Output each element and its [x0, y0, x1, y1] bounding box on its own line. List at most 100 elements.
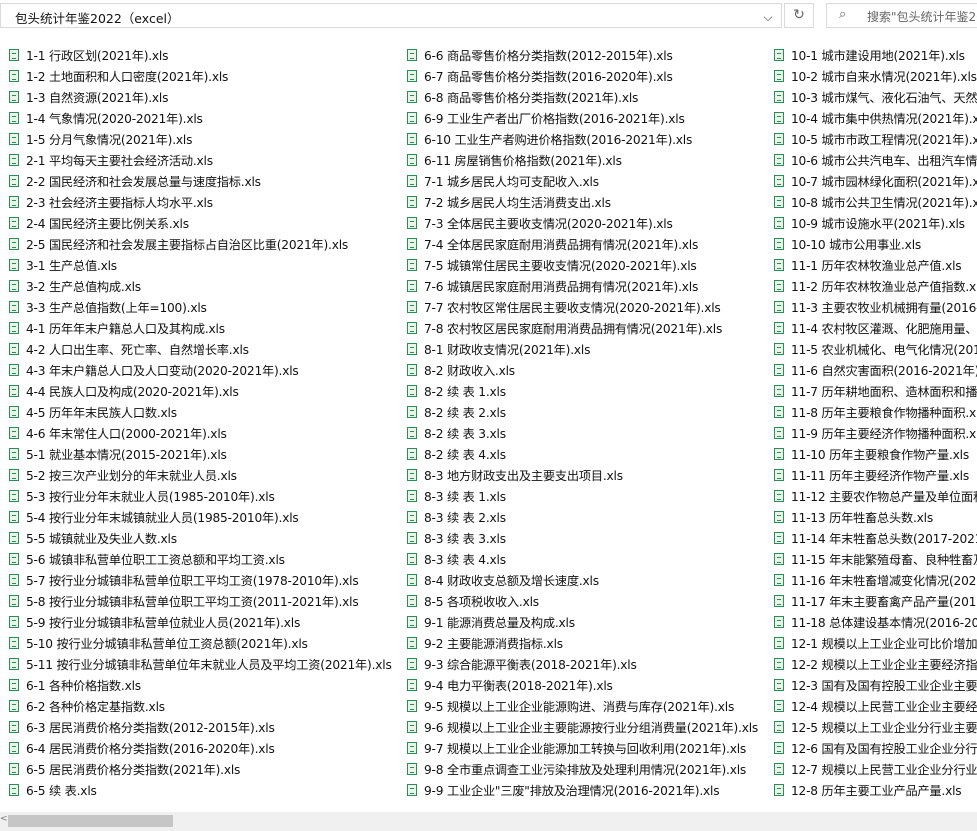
file-name[interactable]: 3-1 生产总值.xls: [26, 256, 117, 274]
file-item[interactable]: 8-3 续 表 4.xls: [398, 548, 758, 569]
file-name[interactable]: 8-5 各项税收收入.xls: [424, 592, 539, 610]
file-item[interactable]: 10-2 城市自来水情况(2021年).xls: [765, 65, 977, 86]
file-name[interactable]: 12-4 规模以上民营工业企业主要经: [791, 697, 977, 715]
file-name[interactable]: 7-2 城乡居民人均生活消费支出.xls: [424, 193, 611, 211]
file-item[interactable]: 9-2 主要能源消费指标.xls: [398, 632, 758, 653]
file-item[interactable]: 6-10 工业生产者购进价格指数(2016-2021年).xls: [398, 128, 758, 149]
file-name[interactable]: 4-3 年末户籍总人口及人口变动(2020-2021年).xls: [26, 361, 299, 379]
file-item[interactable]: 11-7 历年耕地面积、造林面积和播: [765, 380, 977, 401]
file-name[interactable]: 7-1 城乡居民人均可支配收入.xls: [424, 172, 599, 190]
file-name[interactable]: 9-7 规模以上工业企业能源加工转换与回收利用(2021年).xls: [424, 739, 746, 757]
file-item[interactable]: 7-5 城镇常住居民主要收支情况(2020-2021年).xls: [398, 254, 758, 275]
file-item[interactable]: 11-11 历年主要经济作物产量.xls: [765, 464, 977, 485]
file-item[interactable]: 8-2 续 表 4.xls: [398, 443, 758, 464]
file-item[interactable]: 7-4 全体居民家庭耐用消费品拥有情况(2021年).xls: [398, 233, 758, 254]
file-name[interactable]: 6-2 各种价格定基指数.xls: [26, 697, 165, 715]
file-name[interactable]: 6-5 居民消费价格分类指数(2021年).xls: [26, 760, 240, 778]
file-item[interactable]: 10-7 城市园林绿化面积(2021年).x: [765, 170, 977, 191]
file-item[interactable]: 6-7 商品零售价格分类指数(2016-2020年).xls: [398, 65, 758, 86]
file-item[interactable]: 6-5 续 表.xls: [0, 779, 392, 800]
file-name[interactable]: 5-10 按行业分城镇非私营单位工资总额(2021年).xls: [26, 634, 308, 652]
file-item[interactable]: 10-6 城市公共汽电车、出租汽车情: [765, 149, 977, 170]
file-item[interactable]: 7-1 城乡居民人均可支配收入.xls: [398, 170, 758, 191]
file-item[interactable]: 10-4 城市集中供热情况(2021年).x: [765, 107, 977, 128]
file-name[interactable]: 7-8 农村牧区居民家庭耐用消费品拥有情况(2021年).xls: [424, 319, 722, 337]
file-name[interactable]: 6-11 房屋销售价格指数(2021年).xls: [424, 151, 622, 169]
file-name[interactable]: 2-5 国民经济和社会发展主要指标占自治区比重(2021年).xls: [26, 235, 348, 253]
file-name[interactable]: 5-3 按行业分年末就业人员(1985-2010年).xls: [26, 487, 275, 505]
file-item[interactable]: 6-5 居民消费价格分类指数(2021年).xls: [0, 758, 392, 779]
file-name[interactable]: 12-7 规模以上民营工业企业分行业: [791, 760, 977, 778]
file-item[interactable]: 10-5 城市市政工程情况(2021年).x: [765, 128, 977, 149]
file-item[interactable]: 2-3 社会经济主要指标人均水平.xls: [0, 191, 392, 212]
file-item[interactable]: 6-4 居民消费价格分类指数(2016-2020年).xls: [0, 737, 392, 758]
file-name[interactable]: 11-4 农村牧区灌溉、化肥施用量、: [791, 319, 977, 337]
file-name[interactable]: 12-5 规模以上工业企业分行业主要: [791, 718, 977, 736]
file-name[interactable]: 9-9 工业企业"三废"排放及治理情况(2016-2021年).xls: [424, 781, 720, 799]
file-name[interactable]: 10-8 城市公共卫生情况(2021年).x: [791, 193, 977, 211]
file-item[interactable]: 5-8 按行业分城镇非私营单位职工平均工资(2011-2021年).xls: [0, 590, 392, 611]
file-name[interactable]: 10-3 城市煤气、液化石油气、天然: [791, 88, 977, 106]
file-item[interactable]: 4-4 民族人口及构成(2020-2021年).xls: [0, 380, 392, 401]
file-name[interactable]: 2-4 国民经济主要比例关系.xls: [26, 214, 189, 232]
file-item[interactable]: 5-1 就业基本情况(2015-2021年).xls: [0, 443, 392, 464]
file-item[interactable]: 2-1 平均每天主要社会经济活动.xls: [0, 149, 392, 170]
file-name[interactable]: 3-2 生产总值构成.xls: [26, 277, 141, 295]
file-name[interactable]: 5-9 按行业分城镇非私营单位就业人员(2021年).xls: [26, 613, 300, 631]
file-name[interactable]: 11-16 年末牲畜增减变化情况(2021: [791, 571, 977, 589]
file-name[interactable]: 10-2 城市自来水情况(2021年).xls: [791, 67, 977, 85]
address-field[interactable]: 包头统计年鉴2022（excel） ⌵: [0, 3, 782, 28]
file-name[interactable]: 9-6 规模以上工业企业主要能源按行业分组消费量(2021年).xls: [424, 718, 758, 736]
file-name[interactable]: 12-2 规模以上工业企业主要经济指: [791, 655, 977, 673]
file-item[interactable]: 11-1 历年农林牧渔业总产值.xls: [765, 254, 977, 275]
file-item[interactable]: 11-12 主要农作物总产量及单位面积: [765, 485, 977, 506]
file-item[interactable]: 11-17 年末主要畜禽产品产量(2017: [765, 590, 977, 611]
file-item[interactable]: 12-6 国有及国有控股工业企业分行: [765, 737, 977, 758]
file-item[interactable]: 5-9 按行业分城镇非私营单位就业人员(2021年).xls: [0, 611, 392, 632]
file-item[interactable]: 12-1 规模以上工业企业可比价增加: [765, 632, 977, 653]
file-name[interactable]: 5-5 城镇就业及失业人数.xls: [26, 529, 177, 547]
file-item[interactable]: 12-7 规模以上民营工业企业分行业: [765, 758, 977, 779]
file-item[interactable]: 9-9 工业企业"三废"排放及治理情况(2016-2021年).xls: [398, 779, 758, 800]
file-item[interactable]: 5-4 按行业分年末城镇就业人员(1985-2010年).xls: [0, 506, 392, 527]
file-item[interactable]: 2-4 国民经济主要比例关系.xls: [0, 212, 392, 233]
file-item[interactable]: 1-5 分月气象情况(2021年).xls: [0, 128, 392, 149]
search-placeholder[interactable]: 搜索"包头统计年鉴2022（excel）": [867, 8, 977, 25]
file-item[interactable]: 10-10 城市公用事业.xls: [765, 233, 977, 254]
file-name[interactable]: 6-4 居民消费价格分类指数(2016-2020年).xls: [26, 739, 275, 757]
file-name[interactable]: 9-1 能源消费总量及构成.xls: [424, 613, 575, 631]
file-item[interactable]: 2-5 国民经济和社会发展主要指标占自治区比重(2021年).xls: [0, 233, 392, 254]
file-name[interactable]: 4-4 民族人口及构成(2020-2021年).xls: [26, 382, 239, 400]
file-item[interactable]: 11-5 农业机械化、电气化情况(201: [765, 338, 977, 359]
file-name[interactable]: 11-3 主要农牧业机械拥有量(2016-: [791, 298, 977, 316]
file-name[interactable]: 9-5 规模以上工业企业能源购进、消费与库存(2021年).xls: [424, 697, 734, 715]
file-name[interactable]: 10-9 城市设施水平(2021年).xls: [791, 214, 965, 232]
file-name[interactable]: 11-1 历年农林牧渔业总产值.xls: [791, 256, 962, 274]
file-item[interactable]: 4-3 年末户籍总人口及人口变动(2020-2021年).xls: [0, 359, 392, 380]
scrollbar-thumb[interactable]: [8, 815, 173, 827]
file-item[interactable]: 4-2 人口出生率、死亡率、自然增长率.xls: [0, 338, 392, 359]
file-name[interactable]: 11-7 历年耕地面积、造林面积和播: [791, 382, 977, 400]
file-name[interactable]: 12-3 国有及国有控股工业企业主要: [791, 676, 977, 694]
file-item[interactable]: 5-6 城镇非私营单位职工工资总额和平均工资.xls: [0, 548, 392, 569]
file-item[interactable]: 9-3 综合能源平衡表(2018-2021年).xls: [398, 653, 758, 674]
file-name[interactable]: 11-11 历年主要经济作物产量.xls: [791, 466, 969, 484]
file-item[interactable]: 11-8 历年主要粮食作物播种面积.x: [765, 401, 977, 422]
file-name[interactable]: 7-4 全体居民家庭耐用消费品拥有情况(2021年).xls: [424, 235, 698, 253]
file-name[interactable]: 11-13 历年牲畜总头数.xls: [791, 508, 933, 526]
file-item[interactable]: 7-3 全体居民主要收支情况(2020-2021年).xls: [398, 212, 758, 233]
file-name[interactable]: 9-3 综合能源平衡表(2018-2021年).xls: [424, 655, 637, 673]
file-name[interactable]: 9-4 电力平衡表(2018-2021年).xls: [424, 676, 613, 694]
file-name[interactable]: 8-3 续 表 4.xls: [424, 550, 506, 568]
file-item[interactable]: 12-4 规模以上民营工业企业主要经: [765, 695, 977, 716]
file-name[interactable]: 11-17 年末主要畜禽产品产量(2017: [791, 592, 977, 610]
file-item[interactable]: 1-2 土地面积和人口密度(2021年).xls: [0, 65, 392, 86]
file-name[interactable]: 11-10 历年主要粮食作物产量.xls: [791, 445, 969, 463]
file-name[interactable]: 12-1 规模以上工业企业可比价增加: [791, 634, 977, 652]
file-name[interactable]: 6-9 工业生产者出厂价格指数(2016-2021年).xls: [424, 109, 685, 127]
file-item[interactable]: 8-2 续 表 2.xls: [398, 401, 758, 422]
file-name[interactable]: 6-7 商品零售价格分类指数(2016-2020年).xls: [424, 67, 673, 85]
file-item[interactable]: 5-11 按行业分城镇非私营单位年末就业人员及平均工资(2021年).xls: [0, 653, 392, 674]
file-item[interactable]: 8-1 财政收支情况(2021年).xls: [398, 338, 758, 359]
file-item[interactable]: 7-6 城镇居民家庭耐用消费品拥有情况(2021年).xls: [398, 275, 758, 296]
